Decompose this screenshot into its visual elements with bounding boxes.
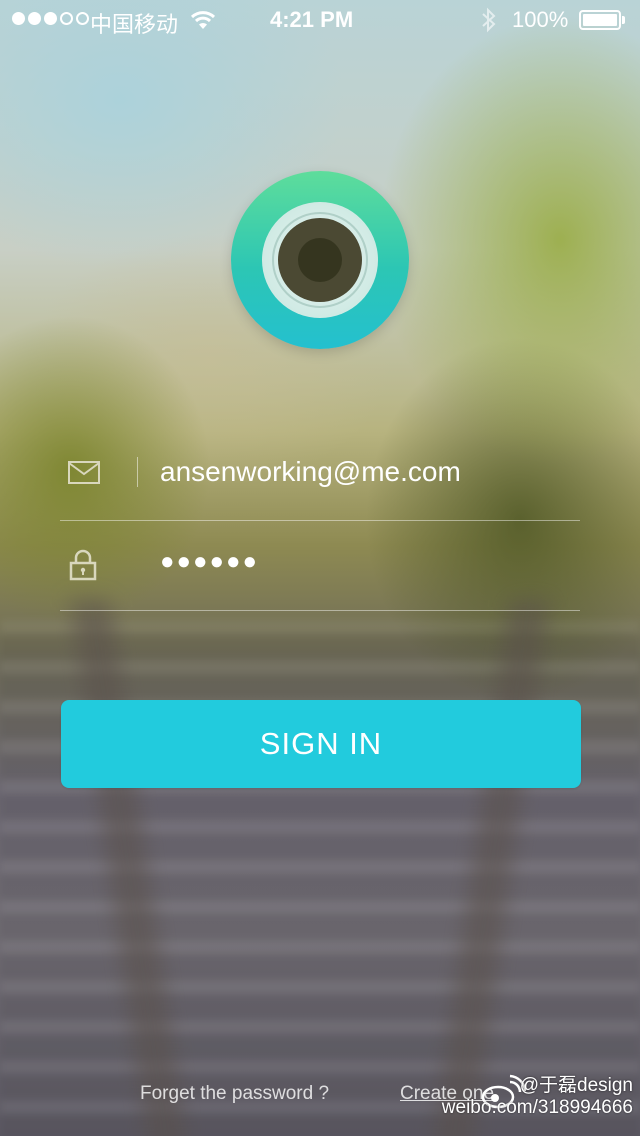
email-field[interactable]: ansenworking@me.com <box>60 430 580 521</box>
battery-tip <box>622 16 625 24</box>
signal-dot <box>60 12 73 25</box>
envelope-icon <box>68 461 100 490</box>
wifi-icon <box>190 9 216 37</box>
field-divider <box>137 457 138 487</box>
status-bar: 中国移动 4:21 PM 100% <box>0 0 640 40</box>
password-field[interactable]: ●●●●●● <box>60 520 580 611</box>
signal-dot <box>12 12 25 25</box>
app-logo <box>231 171 409 349</box>
lock-icon <box>68 549 98 586</box>
bluetooth-icon <box>480 6 498 40</box>
battery-fill <box>583 14 617 26</box>
signal-dot <box>76 12 89 25</box>
watermark-handle: @于磊design <box>519 1075 633 1096</box>
email-input[interactable]: ansenworking@me.com <box>160 456 461 488</box>
signal-strength-icon <box>12 12 89 25</box>
battery-icon <box>579 10 621 30</box>
sign-in-label: SIGN IN <box>259 726 383 761</box>
logo-iris <box>278 218 362 302</box>
forgot-password-link[interactable]: Forget the password ? <box>140 1083 329 1105</box>
password-input[interactable]: ●●●●●● <box>160 548 259 576</box>
signal-dot <box>28 12 41 25</box>
status-time: 4:21 PM <box>270 7 354 32</box>
signal-dot <box>44 12 57 25</box>
watermark: @于磊design weibo.com/318994666 <box>442 1075 633 1119</box>
sign-in-button[interactable]: SIGN IN <box>61 700 581 788</box>
carrier-name: 中国移动 <box>90 12 179 37</box>
battery-percentage: 100% <box>512 7 569 32</box>
logo-outer-ring <box>262 202 378 318</box>
watermark-url: weibo.com/318994666 <box>441 1097 633 1118</box>
logo-pupil <box>298 238 342 282</box>
